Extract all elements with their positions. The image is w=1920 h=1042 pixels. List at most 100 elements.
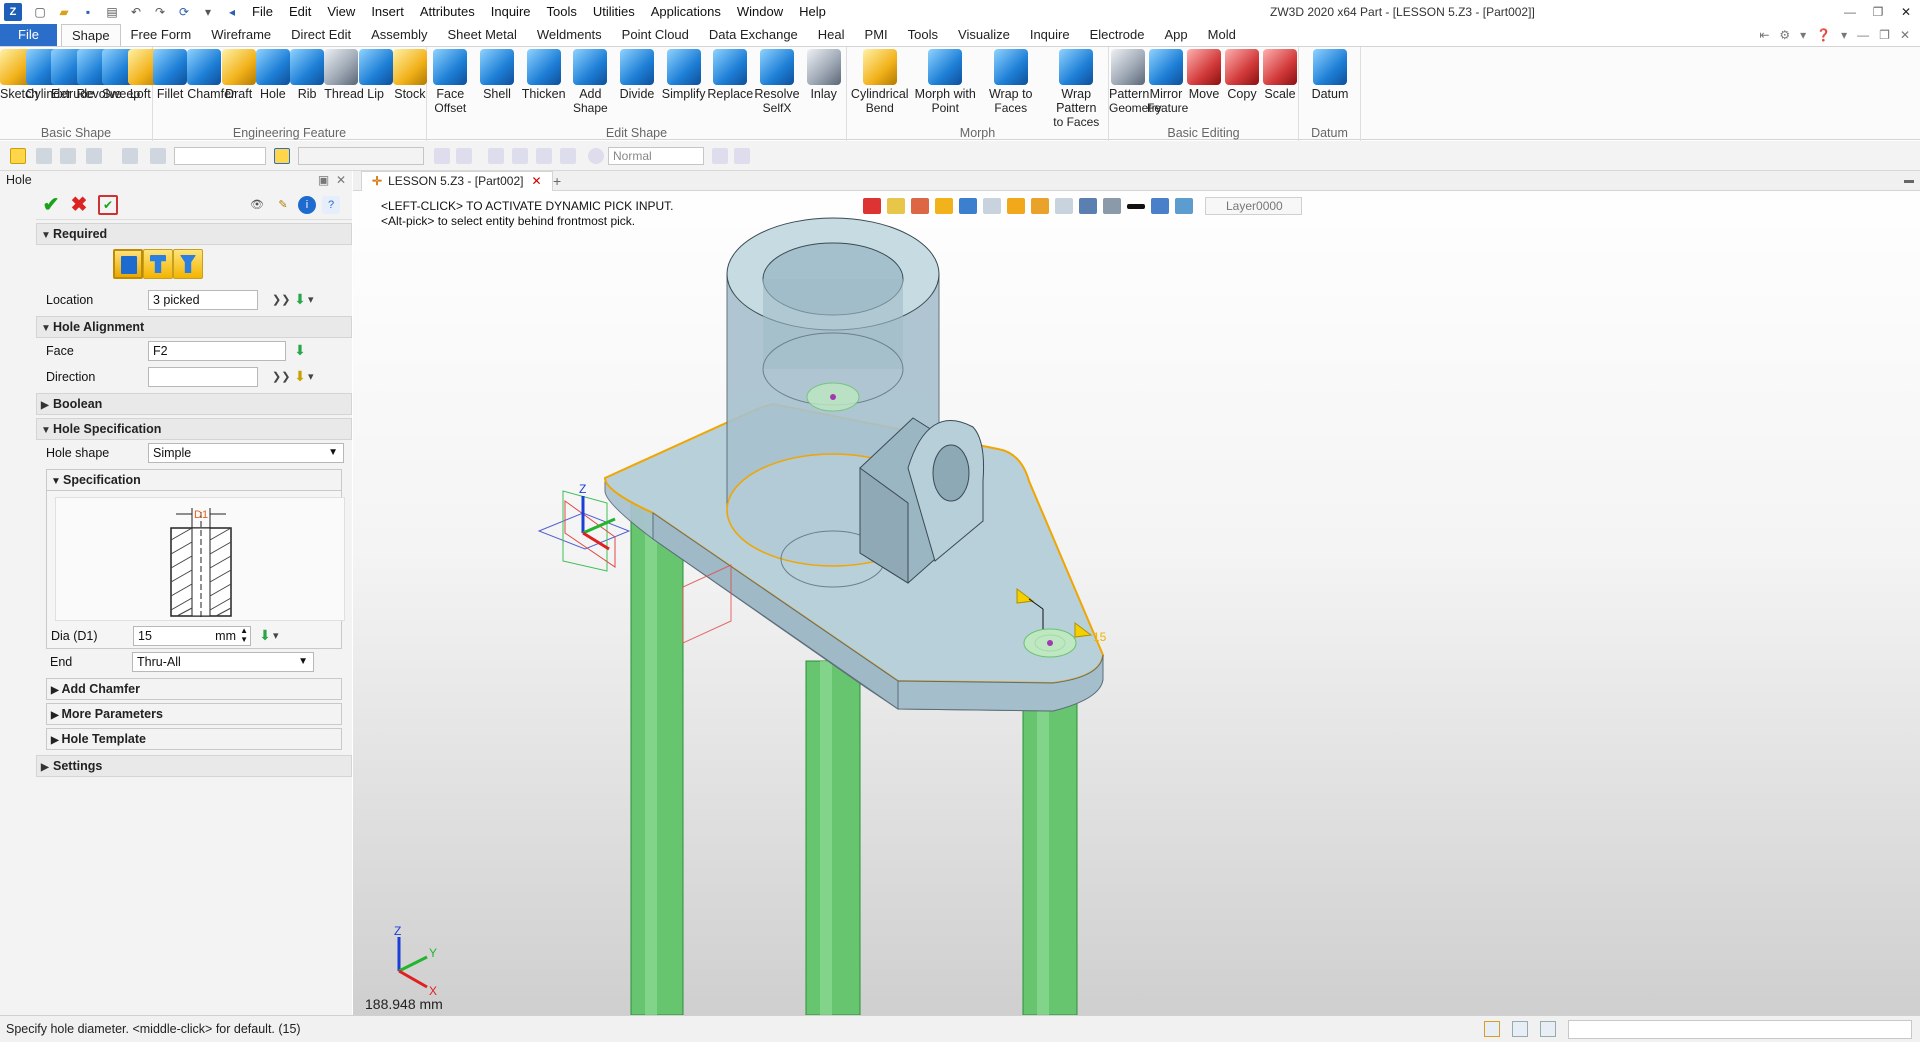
new-tab-icon[interactable]: + bbox=[553, 171, 561, 191]
tool-b-icon[interactable] bbox=[456, 148, 472, 164]
cylinder-button[interactable]: Cylinder bbox=[25, 49, 71, 101]
zw3d-logo-icon[interactable]: Z bbox=[4, 3, 22, 21]
new-file-icon[interactable]: ▢ bbox=[31, 4, 49, 20]
extrude-button[interactable]: Extrude bbox=[51, 49, 94, 101]
location-input[interactable]: 3 picked bbox=[148, 290, 258, 310]
tab-visualize[interactable]: Visualize bbox=[948, 24, 1020, 46]
filter-select[interactable] bbox=[174, 147, 266, 165]
ok-button[interactable]: ✔ bbox=[40, 194, 62, 216]
countersink-hole-type-button[interactable] bbox=[173, 249, 203, 279]
subsection-add-chamfer[interactable]: ▶ Add Chamfer bbox=[46, 678, 342, 700]
section-boolean[interactable]: ▶ Boolean bbox=[36, 393, 352, 415]
end-select[interactable]: Thru-All ▼ bbox=[132, 652, 314, 672]
tab-mold[interactable]: Mold bbox=[1198, 24, 1246, 46]
close-icon[interactable]: ✕ bbox=[1892, 0, 1920, 24]
menu-edit[interactable]: Edit bbox=[281, 0, 319, 24]
draft-button[interactable]: Draft bbox=[221, 49, 256, 101]
cylindrical-bend-button[interactable]: Cylindrical Bend bbox=[847, 49, 913, 115]
hole-shape-select[interactable]: Simple ▼ bbox=[148, 443, 344, 463]
status-input-box[interactable] bbox=[1568, 1020, 1912, 1039]
section-settings[interactable]: ▶ Settings bbox=[36, 755, 352, 777]
back-icon[interactable]: ◂ bbox=[223, 4, 241, 20]
menu-inquire[interactable]: Inquire bbox=[483, 0, 539, 24]
add-shape-button[interactable]: Add Shape bbox=[567, 49, 614, 115]
help-book-icon[interactable]: ? bbox=[322, 196, 340, 214]
dropdown-icon[interactable]: ▾ bbox=[1800, 28, 1806, 42]
minimize-icon[interactable]: — bbox=[1836, 0, 1864, 24]
face-pick-icon[interactable]: ⬇ bbox=[292, 342, 308, 358]
grid-icon[interactable] bbox=[86, 148, 102, 164]
document-tab[interactable]: ✛ LESSON 5.Z3 - [Part002] ✕ bbox=[361, 171, 553, 191]
direction-input[interactable] bbox=[148, 367, 258, 387]
tab-tools[interactable]: Tools bbox=[898, 24, 948, 46]
section-required[interactable]: ▼ Required bbox=[36, 223, 352, 245]
section-hole-alignment[interactable]: ▼ Hole Alignment bbox=[36, 316, 352, 338]
panel-pin-icon[interactable]: ▣ bbox=[318, 173, 329, 187]
replace-button[interactable]: Replace bbox=[707, 49, 754, 101]
tab-assembly[interactable]: Assembly bbox=[361, 24, 437, 46]
sweep-button[interactable]: Sweep bbox=[102, 49, 140, 101]
tab-wireframe[interactable]: Wireframe bbox=[201, 24, 281, 46]
thread-button[interactable]: Thread bbox=[324, 49, 364, 101]
regen-icon[interactable]: ⟳ bbox=[175, 4, 193, 20]
empty-select[interactable] bbox=[298, 147, 424, 165]
pin-icon[interactable]: ⇤ bbox=[1759, 28, 1769, 42]
divide-button[interactable]: Divide bbox=[614, 49, 661, 101]
inlay-button[interactable]: Inlay bbox=[800, 49, 847, 101]
help-icon[interactable]: ❓ bbox=[1816, 28, 1831, 42]
preview-eye-icon[interactable]: 👁 bbox=[248, 196, 266, 214]
morph-with-point-button[interactable]: Morph with Point bbox=[913, 49, 979, 115]
direction-expand-icon[interactable]: ❯❯ bbox=[272, 370, 290, 383]
sketch-button[interactable]: Sketch bbox=[0, 49, 38, 101]
menu-applications[interactable]: Applications bbox=[643, 0, 729, 24]
menu-attributes[interactable]: Attributes bbox=[412, 0, 483, 24]
tab-point-cloud[interactable]: Point Cloud bbox=[612, 24, 699, 46]
shape-filter-icon[interactable] bbox=[122, 148, 138, 164]
location-dropdown-icon[interactable]: ▾ bbox=[308, 293, 314, 306]
open-file-icon[interactable]: ▰ bbox=[55, 4, 73, 20]
3d-model[interactable]: 15 Z Z Y X bbox=[353, 191, 1920, 1015]
snap-icon[interactable] bbox=[36, 148, 52, 164]
stock-button[interactable]: Stock bbox=[392, 49, 427, 101]
restore-icon[interactable]: ❐ bbox=[1864, 0, 1892, 24]
settings-icon[interactable]: ⚙ bbox=[1779, 28, 1790, 42]
tab-free-form[interactable]: Free Form bbox=[121, 24, 202, 46]
counterbore-hole-type-button[interactable] bbox=[143, 249, 173, 279]
cancel-button[interactable]: ✖ bbox=[68, 194, 90, 216]
pick-filter-icon[interactable] bbox=[10, 148, 26, 164]
render-icon[interactable] bbox=[588, 148, 604, 164]
tab-inquire[interactable]: Inquire bbox=[1020, 24, 1080, 46]
tool-c-icon[interactable] bbox=[488, 148, 504, 164]
loft-button[interactable]: Loft bbox=[127, 49, 162, 101]
tool-e-icon[interactable] bbox=[536, 148, 552, 164]
menu-file[interactable]: File bbox=[244, 0, 281, 24]
brush-icon[interactable]: ✎ bbox=[274, 196, 292, 214]
move-button[interactable]: Move bbox=[1185, 49, 1223, 101]
tab-direct-edit[interactable]: Direct Edit bbox=[281, 24, 361, 46]
revolve-button[interactable]: Revolve bbox=[76, 49, 122, 101]
face-input[interactable]: F2 bbox=[148, 341, 286, 361]
tool-f-icon[interactable] bbox=[560, 148, 576, 164]
menu-view[interactable]: View bbox=[319, 0, 363, 24]
apply-button[interactable]: ✔ bbox=[98, 195, 118, 215]
menu-help[interactable]: Help bbox=[791, 0, 834, 24]
dia-input[interactable]: 15 mm ▲ ▼ bbox=[133, 626, 251, 646]
tool-a-icon[interactable] bbox=[434, 148, 450, 164]
face-offset-button[interactable]: Face Offset bbox=[427, 49, 474, 115]
tab-pmi[interactable]: PMI bbox=[855, 24, 898, 46]
chart-icon[interactable] bbox=[150, 148, 166, 164]
document-tab-close-icon[interactable]: ✕ bbox=[531, 174, 541, 188]
status-view-icon[interactable] bbox=[1484, 1021, 1500, 1037]
qa-dropdown-icon[interactable]: ▾ bbox=[199, 4, 217, 20]
pattern-geometry-button[interactable]: Pattern Geometry bbox=[1109, 49, 1162, 115]
dia-dropdown-icon[interactable]: ▾ bbox=[273, 629, 279, 642]
line-icon[interactable] bbox=[60, 148, 76, 164]
section-hole-specification[interactable]: ▼ Hole Specification bbox=[36, 418, 352, 440]
tool-h-icon[interactable] bbox=[734, 148, 750, 164]
menu-window[interactable]: Window bbox=[729, 0, 791, 24]
direction-pick-icon[interactable]: ⬇ bbox=[292, 368, 308, 384]
subsection-specification[interactable]: ▼ Specification bbox=[46, 469, 342, 491]
location-pick-icon[interactable]: ⬇ bbox=[292, 291, 308, 307]
tabs-menu-icon[interactable]: ▬ bbox=[1904, 171, 1914, 191]
datum-button[interactable]: Datum bbox=[1299, 49, 1361, 101]
